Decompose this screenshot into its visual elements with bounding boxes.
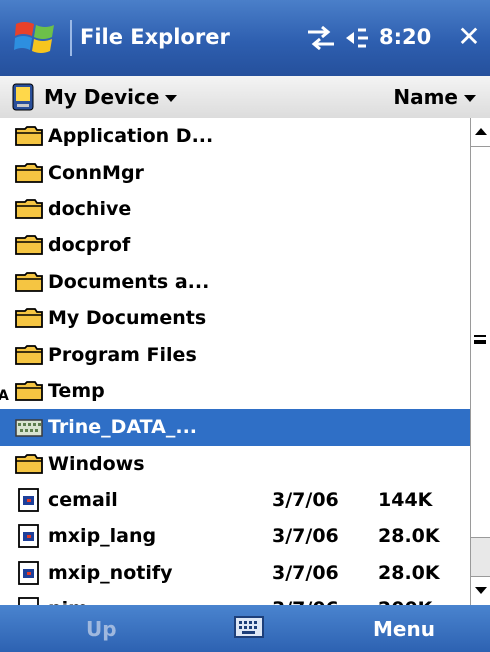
clock[interactable]: 8:20 [379,22,431,52]
scroll-thumb[interactable] [471,146,490,538]
arrow-up-icon [475,128,487,135]
file-name: cemail [48,489,118,512]
title-separator [70,20,72,56]
file-size: 200K [378,598,432,605]
file-date: 3/7/06 [272,598,339,605]
chevron-down-icon [464,95,476,102]
file-name: Program Files [48,343,197,366]
title-bar: File Explorer 8:20 ✕ [0,0,490,76]
folder-icon [14,379,44,403]
file-name: docprof [48,234,131,257]
vertical-scrollbar[interactable] [470,118,490,605]
location-dropdown[interactable]: My Device [44,82,178,112]
file-name: Temp [48,379,105,402]
file-date: 3/7/06 [272,489,339,512]
folder-icon [14,343,44,367]
executable-icon [14,524,44,549]
folder-row[interactable]: dochive [0,191,470,227]
file-name: pim [48,598,88,605]
executable-icon [14,597,44,605]
chevron-down-icon [165,95,178,102]
pda-device-icon [12,83,34,111]
file-name: Trine_DATA_... [48,416,198,439]
folder-icon [14,161,44,185]
executable-icon [14,560,44,585]
file-size: 28.0K [378,525,440,548]
scroll-up-button[interactable] [471,118,490,147]
file-date: 3/7/06 [272,561,339,584]
folder-row[interactable]: docprof [0,227,470,263]
file-name: Documents a... [48,270,210,293]
file-row[interactable]: mxip_notify 3/7/06 28.0K [0,555,470,591]
close-button[interactable]: ✕ [452,20,486,54]
scroll-down-button[interactable] [471,576,490,605]
up-softkey[interactable]: Up [86,614,117,644]
file-size: 144K [378,489,433,512]
folder-row[interactable]: Application D... [0,118,470,154]
storage-card-row[interactable]: Trine_DATA_... [0,409,470,446]
folder-icon [14,306,44,330]
folder-row[interactable]: Program Files [0,336,470,372]
executable-icon [14,488,44,512]
windows-start-icon[interactable] [14,18,58,58]
file-list: Application D... ConnMgr dochive docprof Doc… [0,118,470,605]
file-row[interactable]: cemail 3/7/06 144K [0,482,470,518]
arrow-down-icon [475,587,487,594]
file-name: dochive [48,197,132,220]
softkey-bar: Up Menu [0,605,490,652]
folder-row[interactable]: Temp [0,373,470,409]
folder-icon [14,452,44,476]
file-name: mxip_lang [48,525,157,548]
file-name: mxip_notify [48,561,173,584]
grip-icon [474,335,486,344]
file-name: Windows [48,452,145,475]
folder-icon [14,233,44,257]
file-name: My Documents [48,307,207,330]
file-row[interactable]: pim 3/7/06 200K [0,591,470,605]
storage-card-icon [14,415,44,439]
file-date: 3/7/06 [272,525,339,548]
file-size: 28.0K [378,561,440,584]
side-marker: A [0,388,9,404]
folder-row[interactable]: Windows [0,446,470,482]
volume-icon[interactable] [344,24,374,52]
folder-icon [14,124,44,148]
file-name: ConnMgr [48,161,144,184]
location-bar: My Device Name [0,76,490,119]
file-row[interactable]: mxip_lang 3/7/06 28.0K [0,518,470,554]
folder-row[interactable]: My Documents [0,300,470,336]
folder-icon [14,270,44,294]
folder-row[interactable]: Documents a... [0,264,470,300]
keyboard-icon[interactable] [234,616,264,638]
file-name: Application D... [48,125,214,148]
folder-icon [14,197,44,221]
location-label: My Device [44,85,160,109]
connectivity-icon[interactable] [304,25,338,51]
app-title: File Explorer [80,25,230,49]
menu-softkey[interactable]: Menu [373,614,435,644]
folder-row[interactable]: ConnMgr [0,154,470,190]
sort-dropdown[interactable]: Name [393,82,476,112]
sort-label: Name [393,85,458,109]
